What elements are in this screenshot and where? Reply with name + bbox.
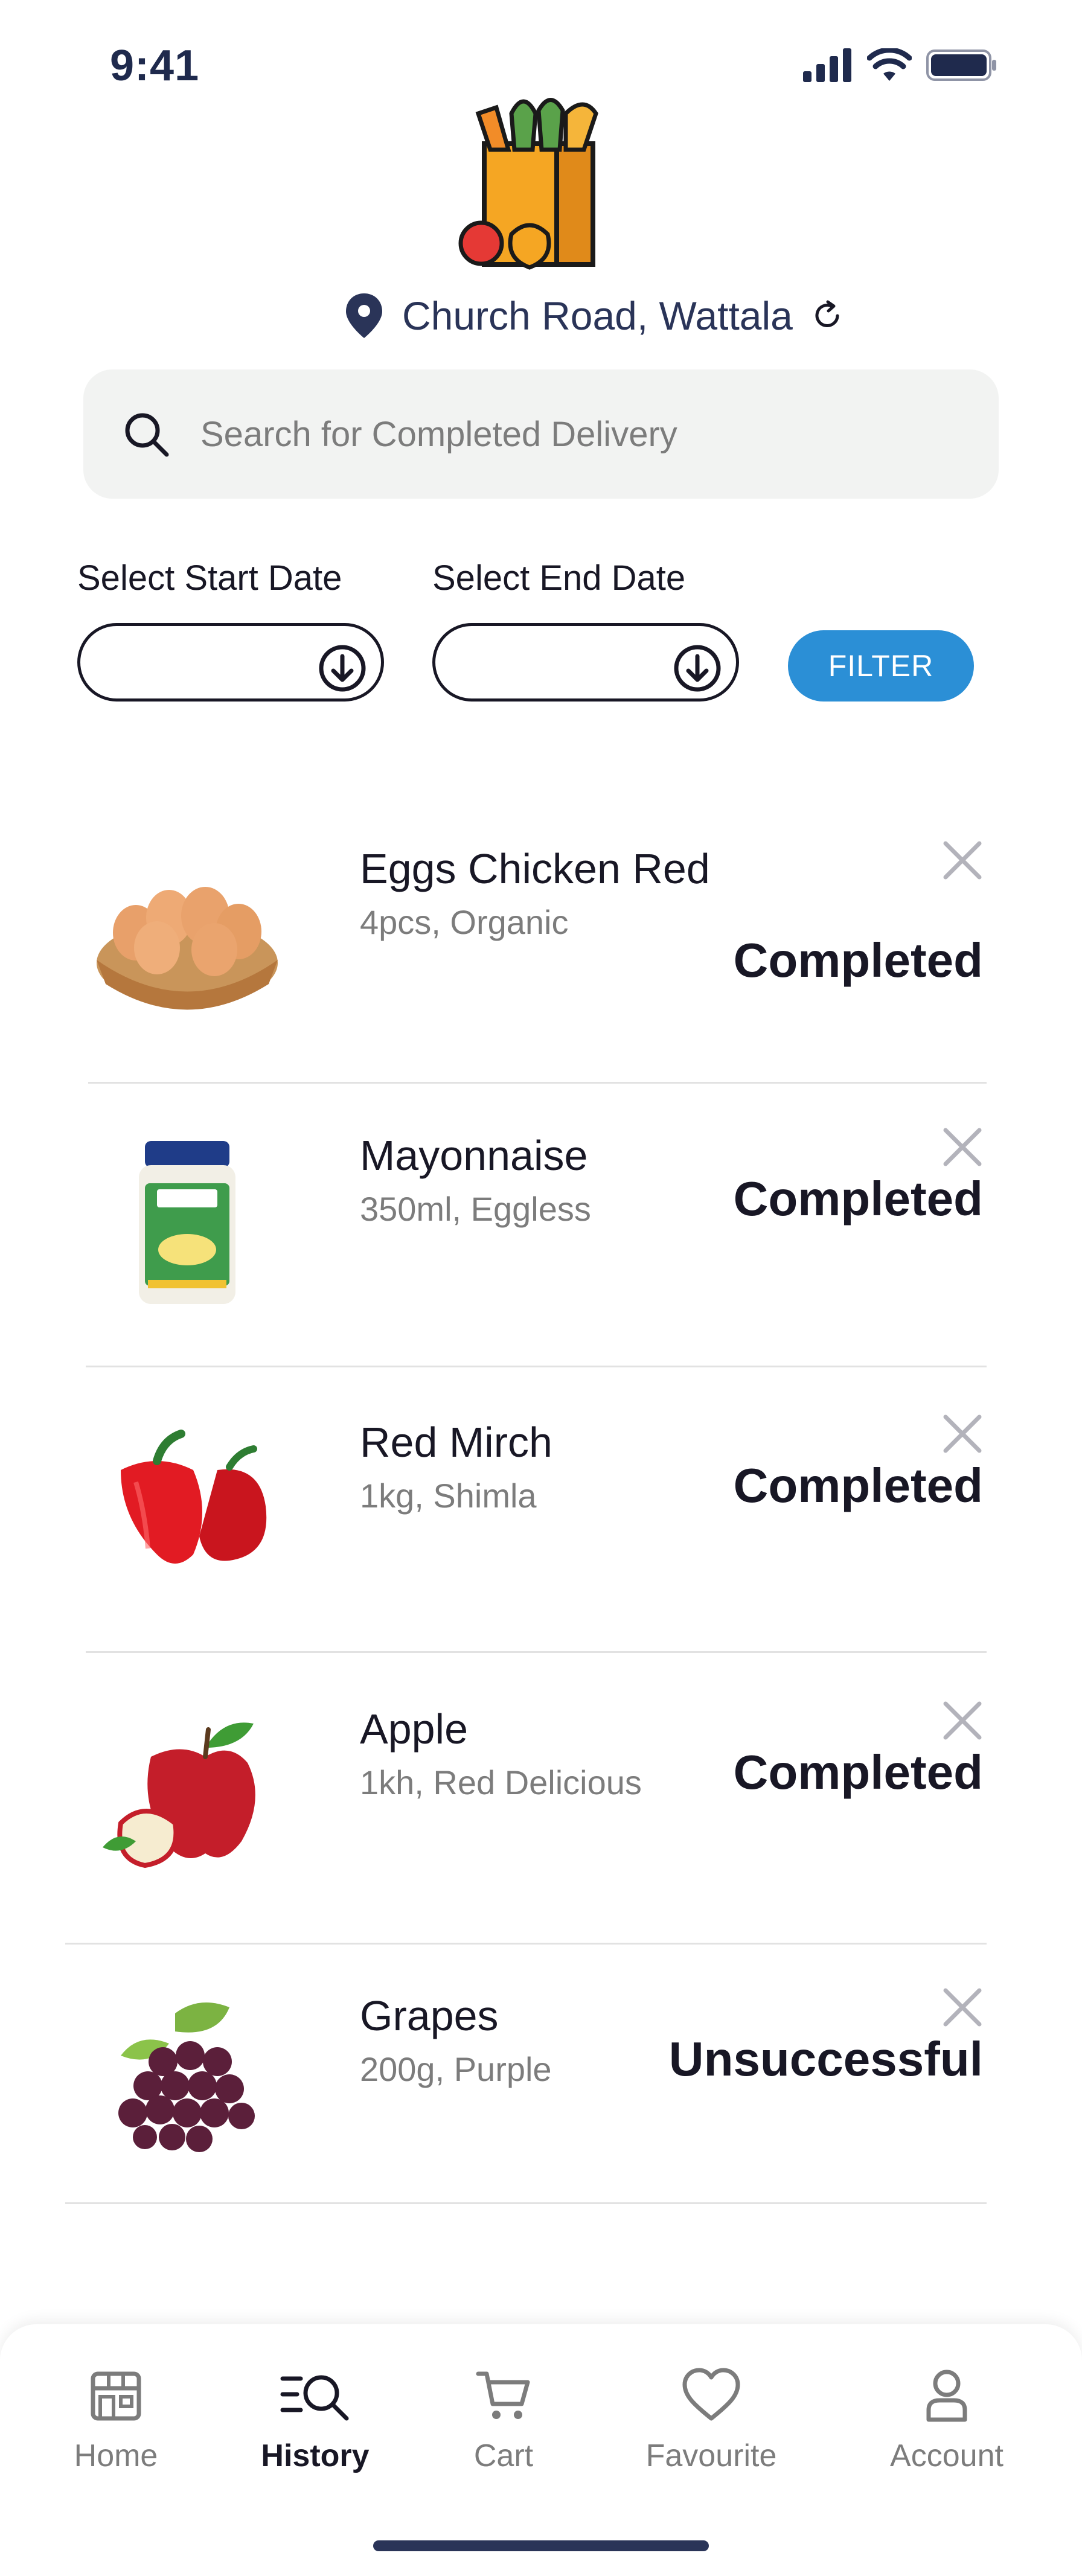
search-input[interactable] [200,414,925,455]
nav-item-home[interactable]: Home [19,2367,213,2474]
location-label: Church Road, Wattala [402,293,793,338]
close-icon[interactable] [938,1983,987,2031]
list-item[interactable]: Eggs Chicken Red 4pcs, Organic Completed [0,818,1082,1102]
grocery-bag-logo-icon [458,98,598,270]
bottom-nav: Home History Cart Favourite Account [0,2324,1082,2576]
item-name: Red Mirch [360,1419,552,1466]
close-icon[interactable] [938,1123,987,1171]
end-date-label: Select End Date [432,558,686,598]
mayonnaise-jar-image [139,1141,235,1304]
status-icons [803,48,997,82]
item-name: Mayonnaise [360,1132,588,1179]
item-description: 1kh, Red Delicious [360,1763,642,1801]
item-name: Apple [360,1705,469,1753]
nav-label: Favourite [645,2438,777,2473]
divider [65,1943,987,1945]
list-item[interactable]: Red Mirch 1kg, Shimla Completed [0,1392,1082,1675]
red-bell-pepper-image [121,1430,267,1564]
item-description: 4pcs, Organic [360,903,569,941]
purple-grapes-image [118,2002,255,2152]
list-item[interactable]: Mayonnaise 350ml, Eggless Completed [0,1105,1082,1389]
list-item[interactable]: Grapes 200g, Purple Unsuccessful [0,1965,1082,2249]
start-date-label: Select Start Date [77,558,342,598]
eggs-basket-image [97,887,278,1010]
refresh-icon[interactable] [811,299,844,332]
nav-item-history[interactable]: History [219,2367,412,2474]
location-selector[interactable]: Church Road, Wattala [344,292,844,339]
item-description: 350ml, Eggless [360,1190,591,1228]
status-label: Completed [733,1745,983,1799]
signal-icon [803,48,851,82]
divider [88,1082,987,1084]
close-icon[interactable] [938,1410,987,1458]
divider [65,2202,987,2204]
nav-item-favourite[interactable]: Favourite [615,2367,808,2474]
nav-label: History [261,2438,370,2473]
item-name: Grapes [360,1992,499,2039]
red-apple-image [103,1722,255,1868]
heart-icon [682,2368,740,2421]
end-date-picker[interactable] [432,623,739,702]
nav-item-cart[interactable]: Cart [407,2367,600,2474]
divider [86,1366,987,1367]
location-pin-icon [346,293,382,338]
item-name: Eggs Chicken Red [360,845,710,892]
user-icon [926,2370,967,2422]
store-icon [91,2371,141,2421]
status-label: Completed [733,1172,983,1226]
status-label: Completed [733,933,983,987]
nav-label: Home [74,2438,158,2473]
home-indicator [373,2540,709,2551]
item-description: 200g, Purple [360,2050,552,2088]
start-date-picker[interactable] [77,623,384,702]
nav-label: Account [890,2438,1004,2473]
wifi-icon [867,48,912,81]
list-item[interactable]: Apple 1kh, Red Delicious Completed [0,1678,1082,1962]
close-icon[interactable] [938,1696,987,1745]
cart-icon [476,2371,530,2419]
status-label: Unsuccessful [668,2032,983,2086]
search-icon [125,413,169,457]
close-icon[interactable] [938,836,987,884]
nav-item-account[interactable]: Account [850,2367,1043,2474]
item-description: 1kg, Shimla [360,1477,537,1515]
dropdown-arrow-icon [674,645,721,692]
search-bar[interactable] [83,369,999,499]
status-time: 9:41 [110,42,200,90]
status-label: Completed [733,1459,983,1512]
history-search-icon [280,2375,349,2421]
dropdown-arrow-icon [319,645,366,692]
nav-label: Cart [473,2438,534,2473]
battery-icon [926,50,996,81]
divider [86,1651,987,1653]
filter-button[interactable]: FILTER [788,630,974,702]
